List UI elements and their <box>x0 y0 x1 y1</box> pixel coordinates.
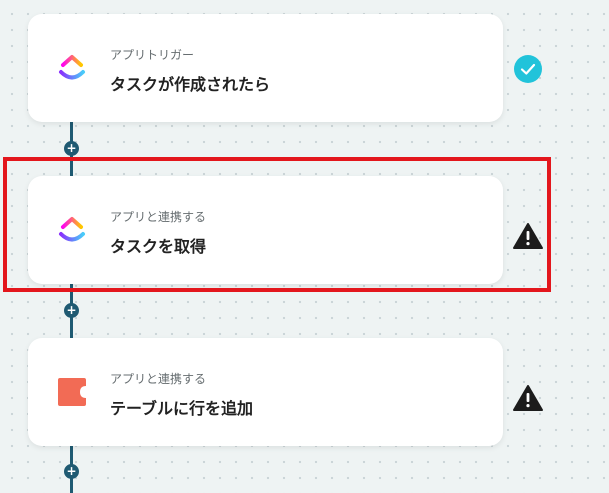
success-check-icon <box>514 55 542 83</box>
step-type-label: アプリトリガー <box>110 48 195 62</box>
add-step-button[interactable]: + <box>64 303 79 318</box>
step-type-label: アプリと連携する <box>110 372 207 386</box>
clickup-logo-icon <box>56 52 88 84</box>
step-title: テーブルに行を追加 <box>110 399 254 418</box>
step-title: タスクを取得 <box>110 237 207 256</box>
flow-step-card-add-row[interactable]: アプリと連携する テーブルに行を追加 <box>28 338 503 446</box>
flow-step-card-get-task[interactable]: アプリと連携する タスクを取得 <box>28 176 503 284</box>
step-type-label: アプリと連携する <box>110 210 207 224</box>
add-step-button[interactable]: + <box>64 464 79 479</box>
step-title: タスクが作成されたら <box>110 75 271 94</box>
add-step-button[interactable]: + <box>64 141 79 156</box>
table-app-logo-icon <box>56 376 88 408</box>
warning-icon <box>512 384 544 412</box>
flow-canvas: + + + アプリトリガー タスクが作成されたら アプリと連携する タスクを取得… <box>0 0 609 493</box>
warning-icon <box>512 222 544 250</box>
flow-step-card-trigger[interactable]: アプリトリガー タスクが作成されたら <box>28 14 503 122</box>
clickup-logo-icon <box>56 214 88 246</box>
